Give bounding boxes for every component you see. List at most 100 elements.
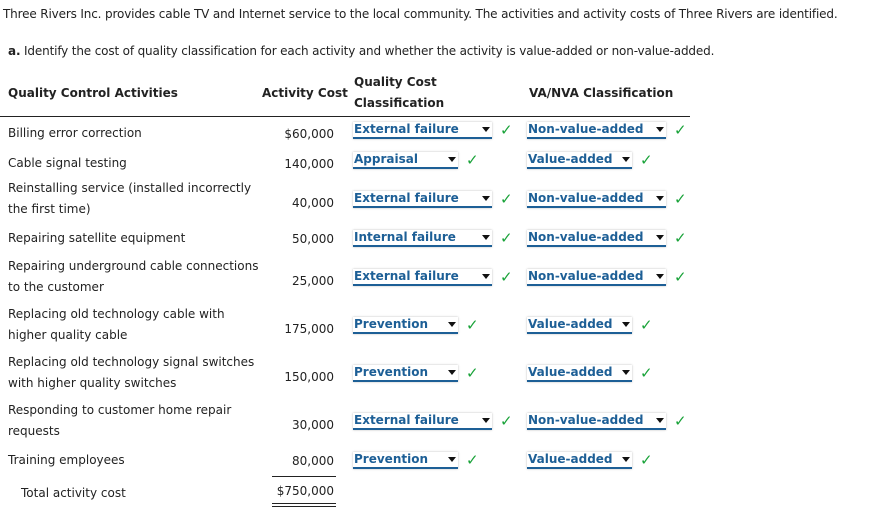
total-label: Total activity cost	[21, 486, 126, 500]
chevron-down-icon	[482, 235, 490, 240]
header-va-classification: VA/NVA Classification	[529, 86, 674, 100]
activity-cost: 175,000	[284, 322, 334, 336]
va-select[interactable]: Value-added	[527, 152, 632, 169]
correct-check-icon: ✓	[466, 364, 479, 382]
total-value: $750,000	[276, 484, 334, 498]
chevron-down-icon	[656, 274, 664, 279]
chevron-down-icon	[622, 157, 630, 162]
chevron-down-icon	[622, 370, 630, 375]
correct-check-icon: ✓	[674, 412, 687, 430]
chevron-down-icon	[448, 370, 456, 375]
qcc-select[interactable]: Prevention	[353, 317, 458, 334]
chevron-down-icon	[656, 418, 664, 423]
selected-value: Value-added	[528, 452, 613, 466]
correct-check-icon: ✓	[674, 268, 687, 286]
correct-check-icon: ✓	[640, 316, 653, 334]
chevron-down-icon	[482, 196, 490, 201]
intro-text: Three Rivers Inc. provides cable TV and …	[3, 7, 838, 21]
va-select[interactable]: Non-value-added	[527, 230, 666, 247]
selected-value: External failure	[354, 191, 459, 205]
header-divider	[0, 116, 690, 117]
activity-name: Reinstalling service (installed incorrec…	[8, 181, 252, 216]
va-select[interactable]: Value-added	[527, 452, 632, 469]
activity-cost: 140,000	[284, 157, 334, 171]
selected-value: Value-added	[528, 365, 613, 379]
question-body: Identify the cost of quality classificat…	[24, 44, 715, 58]
selected-value: Non-value-added	[528, 230, 644, 244]
selected-value: Non-value-added	[528, 191, 644, 205]
correct-check-icon: ✓	[466, 316, 479, 334]
qcc-select[interactable]: External failure	[353, 413, 492, 430]
subtotal-rule	[272, 476, 336, 477]
chevron-down-icon	[656, 235, 664, 240]
va-select[interactable]: Value-added	[527, 365, 632, 382]
correct-check-icon: ✓	[500, 229, 513, 247]
qcc-select[interactable]: External failure	[353, 122, 492, 139]
selected-value: External failure	[354, 122, 459, 136]
header-qcc-line1: Quality Cost	[354, 75, 437, 89]
va-select[interactable]: Value-added	[527, 317, 632, 334]
activity-cost: 25,000	[292, 274, 334, 288]
activity-cost: 30,000	[292, 418, 334, 432]
correct-check-icon: ✓	[674, 229, 687, 247]
header-activities: Quality Control Activities	[8, 86, 178, 100]
qcc-select[interactable]: External failure	[353, 191, 492, 208]
activity-name: Replacing old technology signal switches…	[8, 355, 255, 390]
question-text: a. Identify the cost of quality classifi…	[8, 44, 714, 58]
selected-value: External failure	[354, 413, 459, 427]
correct-check-icon: ✓	[466, 151, 479, 169]
activity-name: Responding to customer home repair reque…	[8, 403, 232, 438]
chevron-down-icon	[448, 457, 456, 462]
va-select[interactable]: Non-value-added	[527, 122, 666, 139]
correct-check-icon: ✓	[466, 451, 479, 469]
chevron-down-icon	[656, 127, 664, 132]
activity-name: Billing error correction	[8, 126, 142, 140]
chevron-down-icon	[448, 157, 456, 162]
qcc-select[interactable]: Appraisal	[353, 152, 458, 169]
selected-value: Prevention	[354, 317, 428, 331]
correct-check-icon: ✓	[640, 364, 653, 382]
qcc-select[interactable]: Prevention	[353, 365, 458, 382]
selected-value: Internal failure	[354, 230, 456, 244]
activity-name: Cable signal testing	[8, 156, 127, 170]
selected-value: Value-added	[528, 317, 613, 331]
va-select[interactable]: Non-value-added	[527, 413, 666, 430]
selected-value: External failure	[354, 269, 459, 283]
selected-value: Value-added	[528, 152, 613, 166]
chevron-down-icon	[622, 322, 630, 327]
activity-cost: 50,000	[292, 232, 334, 246]
selected-value: Non-value-added	[528, 122, 644, 136]
va-select[interactable]: Non-value-added	[527, 191, 666, 208]
activity-name: Repairing satellite equipment	[8, 231, 186, 245]
total-double-rule	[272, 506, 336, 507]
activity-cost: 40,000	[292, 196, 334, 210]
correct-check-icon: ✓	[674, 190, 687, 208]
chevron-down-icon	[482, 127, 490, 132]
correct-check-icon: ✓	[640, 451, 653, 469]
question-label: a.	[8, 44, 21, 58]
qcc-select[interactable]: External failure	[353, 269, 492, 286]
chevron-down-icon	[448, 322, 456, 327]
correct-check-icon: ✓	[500, 412, 513, 430]
header-activity-cost: Activity Cost	[262, 86, 348, 100]
selected-value: Non-value-added	[528, 413, 644, 427]
correct-check-icon: ✓	[674, 121, 687, 139]
chevron-down-icon	[482, 418, 490, 423]
correct-check-icon: ✓	[500, 268, 513, 286]
selected-value: Prevention	[354, 365, 428, 379]
va-select[interactable]: Non-value-added	[527, 269, 666, 286]
activity-name: Replacing old technology cable with high…	[8, 307, 225, 342]
header-qcc-line2: Classification	[354, 96, 445, 110]
activity-name: Training employees	[8, 453, 125, 467]
correct-check-icon: ✓	[500, 190, 513, 208]
selected-value: Appraisal	[354, 152, 418, 166]
qcc-select[interactable]: Internal failure	[353, 230, 492, 247]
chevron-down-icon	[656, 196, 664, 201]
selected-value: Non-value-added	[528, 269, 644, 283]
selected-value: Prevention	[354, 452, 428, 466]
qcc-select[interactable]: Prevention	[353, 452, 458, 469]
activity-cost: 80,000	[292, 454, 334, 468]
activity-name: Repairing underground cable connections …	[8, 259, 259, 294]
chevron-down-icon	[482, 274, 490, 279]
total-double-rule	[272, 503, 336, 504]
